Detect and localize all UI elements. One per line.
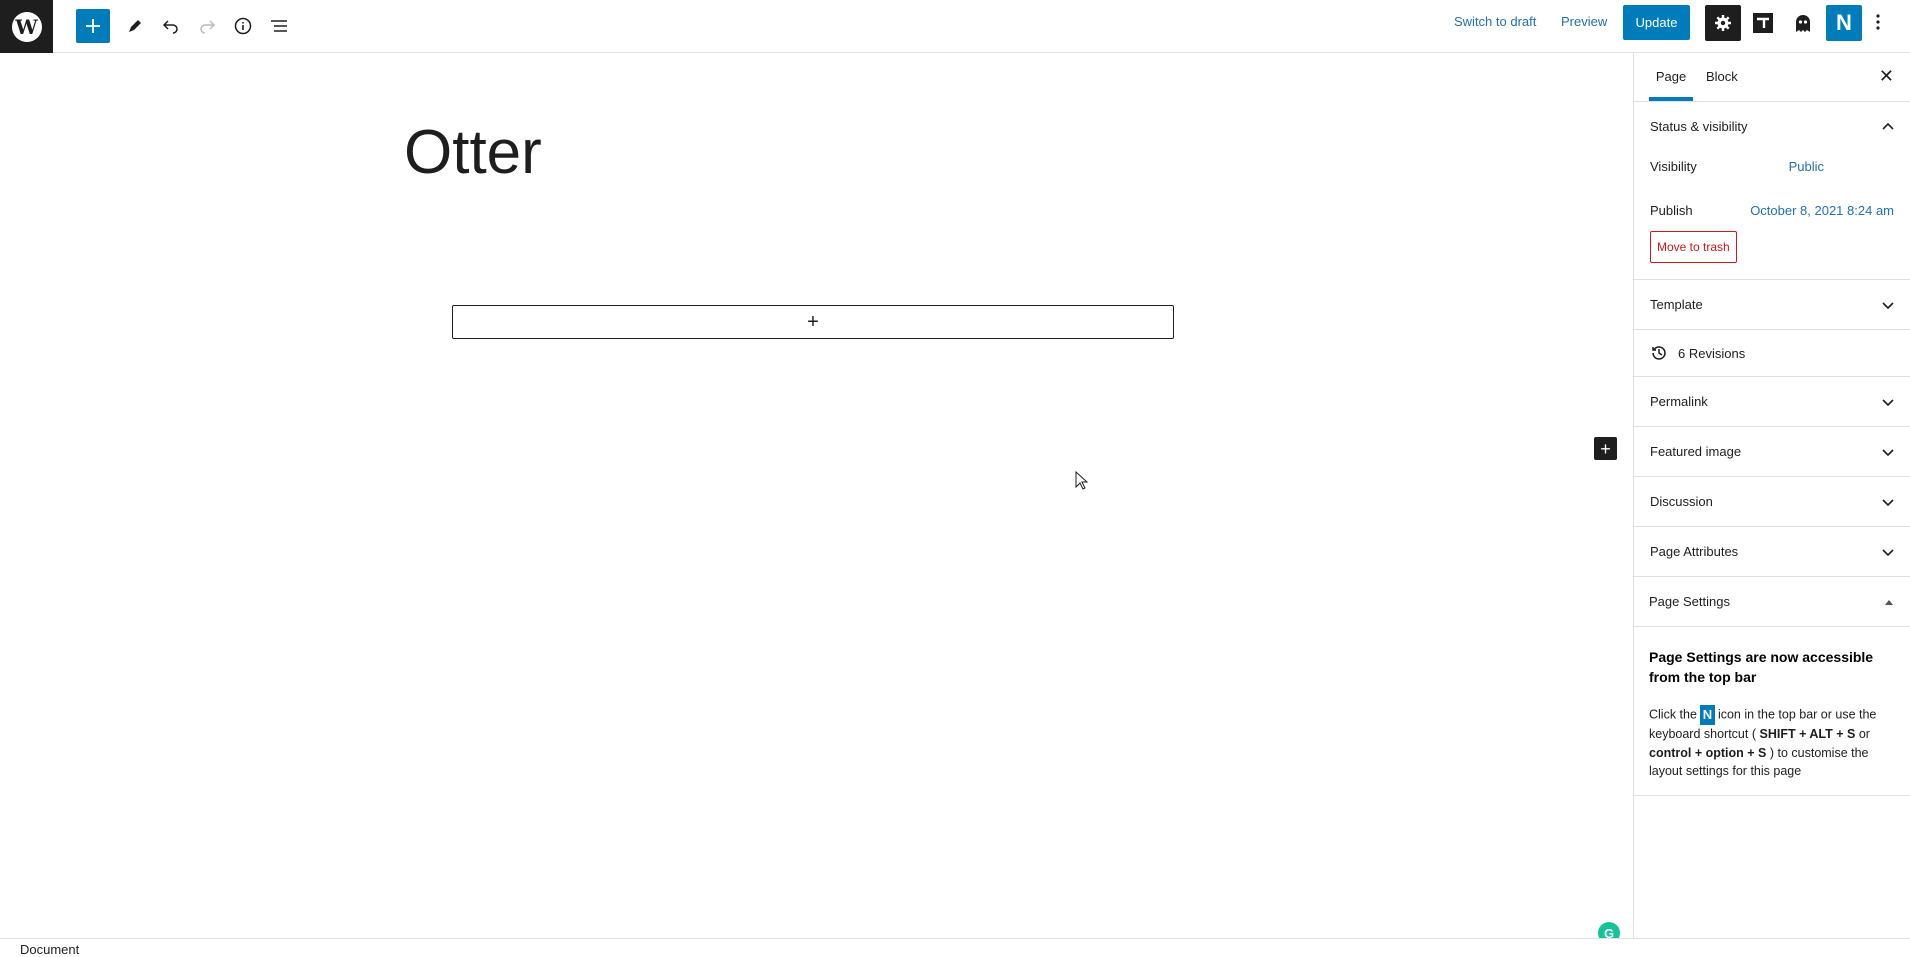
editor-header: W Switch to draft Preview Update N <box>0 0 1910 53</box>
chevron-down-icon <box>1882 548 1894 556</box>
otter-blocks-button[interactable] <box>1745 5 1781 41</box>
notice-text-or: or <box>1858 727 1870 741</box>
page-attributes-toggle[interactable]: Page Attributes <box>1634 527 1910 576</box>
list-view-icon <box>271 20 287 32</box>
editor-canvas: Otter + + <box>0 53 1633 938</box>
shortcut-windows: SHIFT + ALT + S <box>1759 727 1856 741</box>
featured-image-panel: Featured image <box>1634 427 1910 477</box>
panel-title: Status & visibility <box>1650 119 1748 134</box>
update-button[interactable]: Update <box>1623 5 1690 40</box>
panel-title: Page Attributes <box>1650 544 1739 559</box>
page-settings-panel: Page Settings Page Settings are now acce… <box>1634 577 1910 796</box>
page-attributes-panel: Page Attributes <box>1634 527 1910 577</box>
preview-button[interactable]: Preview <box>1561 14 1607 29</box>
ghost-icon <box>1796 15 1810 32</box>
revisions-link[interactable]: 6 Revisions <box>1634 330 1910 377</box>
neve-logo-icon: N <box>1699 705 1715 725</box>
permalink-panel: Permalink <box>1634 377 1910 427</box>
side-block-inserter[interactable]: + <box>1594 437 1617 460</box>
panel-title: Page Settings <box>1649 594 1730 609</box>
caret-up-icon <box>1885 599 1893 605</box>
more-options-button[interactable] <box>1863 5 1893 39</box>
status-visibility-toggle[interactable]: Status & visibility <box>1634 102 1910 151</box>
tab-page[interactable]: Page <box>1649 53 1693 101</box>
post-title[interactable]: Otter <box>404 116 542 190</box>
wordpress-icon: W <box>11 11 42 42</box>
chevron-down-icon <box>1882 301 1894 309</box>
history-icon <box>1652 346 1666 360</box>
plus-icon <box>86 19 100 33</box>
panel-title: Permalink <box>1650 394 1708 409</box>
details-button[interactable] <box>226 9 260 43</box>
page-settings-toggle[interactable]: Page Settings <box>1634 577 1910 627</box>
tools-button[interactable] <box>118 9 152 43</box>
panel-title: Template <box>1650 297 1703 312</box>
discussion-toggle[interactable]: Discussion <box>1634 477 1910 526</box>
publish-label: Publish <box>1650 202 1693 218</box>
chevron-down-icon <box>1882 398 1894 406</box>
redo-icon <box>200 20 216 34</box>
plus-icon: + <box>1600 438 1611 459</box>
publish-date[interactable]: October 8, 2021 8:24 am <box>1750 203 1894 218</box>
chevron-down-icon <box>1882 498 1894 506</box>
info-icon <box>234 17 252 35</box>
block-breadcrumb-footer: Document <box>0 938 1910 957</box>
visibility-row: Visibility Public <box>1634 151 1910 181</box>
block-inserter-button[interactable] <box>76 9 110 43</box>
panel-title: Discussion <box>1650 494 1713 509</box>
neve-logo-icon: N <box>1836 10 1852 35</box>
visibility-value[interactable]: Public <box>1789 159 1824 174</box>
status-visibility-panel: Status & visibility Visibility Public Pu… <box>1634 102 1910 280</box>
move-to-trash-button[interactable]: Move to trash <box>1650 231 1737 263</box>
sidebar-tabs: Page Block ✕ <box>1634 53 1910 102</box>
redo-button[interactable] <box>190 9 224 43</box>
chevron-up-icon <box>1882 122 1894 130</box>
close-icon[interactable]: ✕ <box>1879 67 1894 85</box>
otter-logo-icon <box>1753 13 1773 33</box>
undo-icon <box>162 20 178 34</box>
list-view-button[interactable] <box>262 9 296 43</box>
discussion-panel: Discussion <box>1634 477 1910 527</box>
permalink-toggle[interactable]: Permalink <box>1634 377 1910 426</box>
kebab-menu-icon <box>1876 14 1880 30</box>
featured-image-toggle[interactable]: Featured image <box>1634 427 1910 476</box>
switch-to-draft-button[interactable]: Switch to draft <box>1454 14 1536 29</box>
gear-icon <box>1715 15 1731 31</box>
template-toggle[interactable]: Template <box>1634 280 1910 329</box>
settings-button[interactable] <box>1705 5 1741 41</box>
pencil-icon <box>129 20 141 32</box>
notice-title: Page Settings are now accessible from th… <box>1649 649 1874 685</box>
plus-icon: + <box>807 311 819 333</box>
user-avatar-button[interactable] <box>1785 5 1821 41</box>
tab-block[interactable]: Block <box>1706 53 1738 101</box>
mouse-cursor-icon <box>1075 471 1089 490</box>
settings-sidebar: Page Block ✕ Status & visibility Visibil… <box>1633 53 1910 938</box>
shortcut-mac: control + option + S <box>1649 745 1767 760</box>
panel-title: Featured image <box>1650 444 1742 459</box>
notice-text: Click the Nicon in the top bar or use the… <box>1649 705 1895 781</box>
wordpress-logo-button[interactable]: W <box>0 0 53 53</box>
notice-text-start: Click the <box>1649 707 1697 722</box>
block-appender-button[interactable]: + <box>452 305 1174 339</box>
undo-button[interactable] <box>154 9 188 43</box>
revisions-label: 6 Revisions <box>1678 345 1746 361</box>
template-panel: Template <box>1634 280 1910 330</box>
chevron-down-icon <box>1882 448 1894 456</box>
page-settings-notice: Page Settings are now accessible from th… <box>1634 627 1910 795</box>
publish-row: Publish October 8, 2021 8:24 am <box>1634 195 1910 225</box>
neve-options-button[interactable]: N <box>1826 5 1862 41</box>
visibility-label: Visibility <box>1650 158 1697 174</box>
